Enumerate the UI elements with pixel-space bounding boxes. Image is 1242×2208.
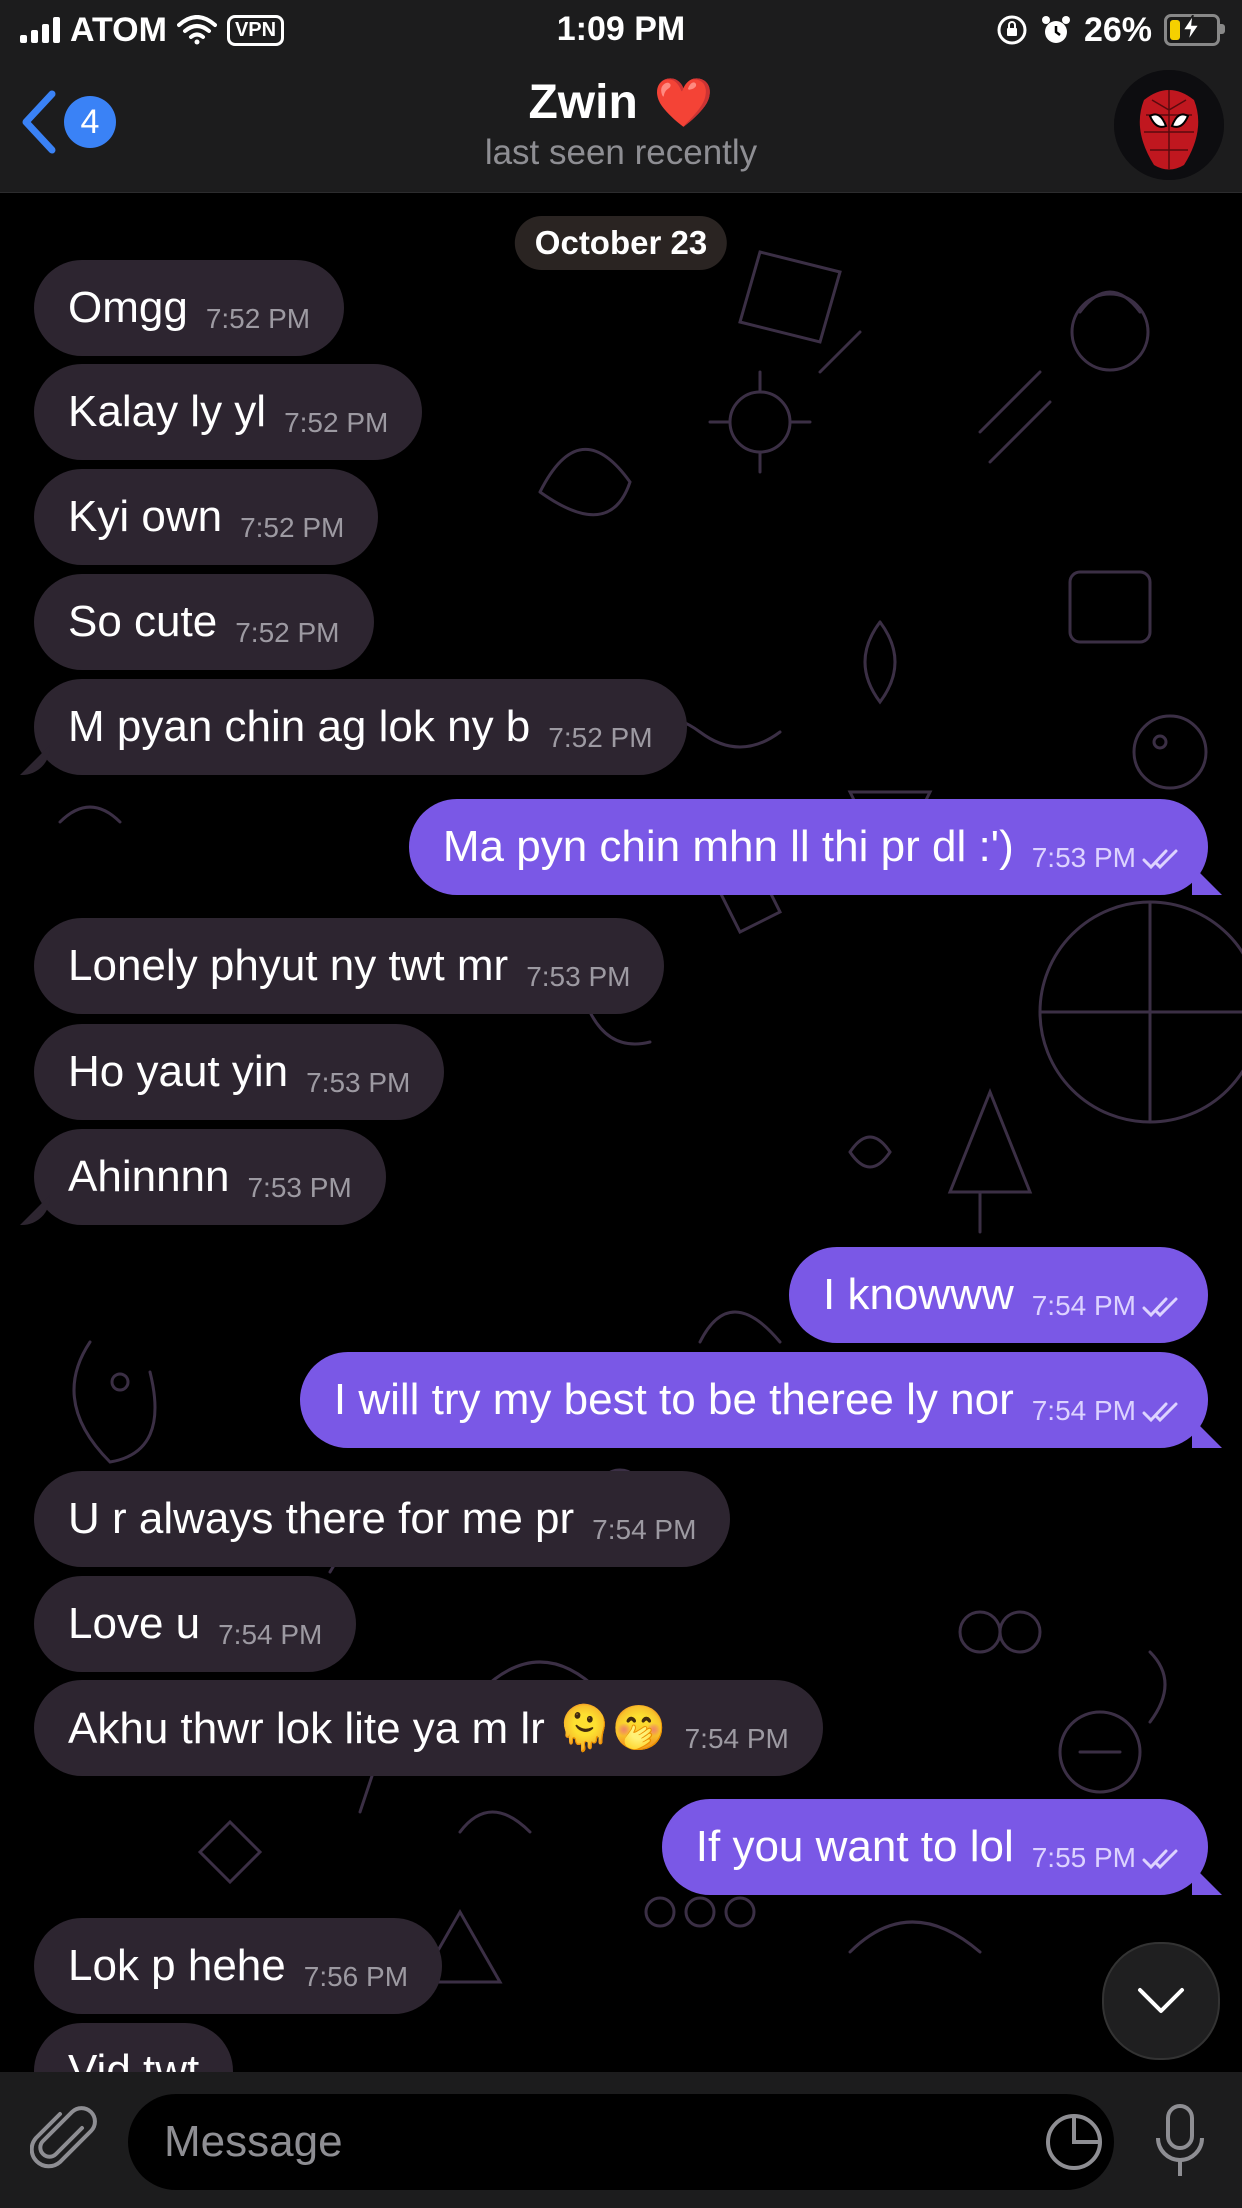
read-checkmarks-icon [1142, 1297, 1178, 1318]
message-text: Ho yaut yin [68, 1047, 289, 1096]
status-bar: ATOM VPN 1:09 PM 26% [0, 0, 1242, 60]
message-time: 7:52 PM [548, 722, 653, 753]
battery-charging-icon [1164, 14, 1225, 46]
chevron-down-icon [1138, 1988, 1184, 2013]
message-time: 7:53 PM [306, 1067, 411, 1098]
incoming-message[interactable]: Ahinnnn 7:53 PM [34, 1129, 386, 1225]
outgoing-message[interactable]: I will try my best to be theree ly nor 7:… [299, 1352, 1208, 1448]
outgoing-message[interactable]: I knowww 7:54 PM [789, 1247, 1208, 1343]
message-text: Love u [68, 1599, 201, 1648]
chat-header: 4 Zwin ❤️ last seen recently [0, 60, 1242, 193]
outgoing-message[interactable]: If you want to lol 7:55 PM [661, 1799, 1208, 1895]
message-time: 7:54 PM [1031, 1395, 1136, 1426]
contact-avatar[interactable] [1114, 70, 1224, 180]
message-time: 7:53 PM [526, 961, 631, 992]
chat-title[interactable]: Zwin ❤️ last seen recently [0, 74, 1242, 173]
message-text: Akhu thwr lok lite ya m lr 🫠🤭 [68, 1704, 667, 1753]
date-separator: October 23 [514, 216, 728, 270]
voice-record-button[interactable] [1150, 2102, 1210, 2185]
microphone-icon [1156, 2104, 1204, 2176]
sticker-icon [1046, 2114, 1102, 2170]
incoming-message[interactable]: Lok p hehe 7:56 PM [34, 1918, 443, 2014]
incoming-message[interactable]: So cute 7:52 PM [34, 574, 374, 670]
incoming-message[interactable]: Vid twt [34, 2023, 234, 2072]
message-text: I will try my best to be theree ly nor [333, 1375, 1014, 1424]
read-checkmarks-icon [1142, 1402, 1178, 1423]
message-time: 7:53 PM [247, 1172, 352, 1203]
message-time: 7:56 PM [303, 1961, 409, 1992]
battery-percent: 26% [1083, 10, 1152, 49]
message-text: If you want to lol [695, 1822, 1014, 1871]
incoming-message[interactable]: Kalay ly yl 7:52 PM [34, 364, 423, 460]
rotation-lock-icon [997, 15, 1027, 45]
incoming-message[interactable]: Kyi own 7:52 PM [34, 469, 379, 565]
incoming-message[interactable]: Akhu thwr lok lite ya m lr 🫠🤭 7:54 PM [34, 1680, 823, 1776]
message-text: Omgg [68, 283, 188, 332]
incoming-message[interactable]: Omgg 7:52 PM [34, 260, 345, 356]
message-time: 7:52 PM [284, 407, 389, 438]
message-text: Ahinnnn [68, 1152, 230, 1201]
incoming-message[interactable]: Lonely phyut ny twt mr 7:53 PM [34, 918, 665, 1014]
incoming-message[interactable]: M pyan chin ag lok ny b 7:52 PM [34, 679, 687, 775]
message-text: Lonely phyut ny twt mr [68, 941, 509, 990]
message-time: 7:52 PM [240, 512, 345, 543]
spiderman-avatar-icon [1114, 70, 1224, 180]
incoming-message[interactable]: Love u 7:54 PM [34, 1576, 357, 1672]
paperclip-icon [29, 2106, 97, 2169]
attach-button[interactable] [29, 2106, 100, 2181]
message-time: 7:52 PM [205, 303, 311, 334]
message-text: Ma pyn chin mhn ll thi pr dl :') [442, 822, 1014, 871]
message-text: Kalay ly yl [68, 387, 267, 436]
message-text: M pyan chin ag lok ny b [68, 702, 531, 751]
message-input-bar: Message [0, 2072, 1242, 2208]
outgoing-message[interactable]: Ma pyn chin mhn ll thi pr dl :') 7:53 PM [408, 799, 1208, 895]
message-time: 7:54 PM [592, 1514, 697, 1545]
message-time: 7:53 PM [1031, 842, 1136, 873]
message-time: 7:54 PM [218, 1619, 323, 1650]
incoming-message[interactable]: Ho yaut yin 7:53 PM [34, 1024, 445, 1120]
message-text: So cute [68, 597, 218, 646]
message-time: 7:55 PM [1031, 1842, 1136, 1873]
message-input[interactable]: Message [128, 2094, 1114, 2190]
message-text: Kyi own [68, 492, 223, 541]
incoming-message[interactable]: U r always there for me pr 7:54 PM [34, 1471, 731, 1567]
scroll-to-bottom-button[interactable] [1102, 1942, 1220, 2060]
message-time: 7:54 PM [1031, 1290, 1136, 1321]
message-time: 7:52 PM [235, 617, 340, 648]
message-text: Lok p hehe [68, 1941, 286, 1990]
message-time: 7:54 PM [684, 1723, 789, 1754]
contact-name: Zwin [528, 76, 638, 129]
message-text: I knowww [823, 1270, 1014, 1319]
last-seen-status: last seen recently [484, 133, 758, 172]
alarm-icon [1041, 16, 1070, 43]
heart-emoji: ❤️ [653, 77, 714, 130]
message-list[interactable]: October 23 Omgg 7:52 PM Kalay ly yl 7:52 PM… [0, 192, 1242, 2072]
read-checkmarks-icon [1142, 849, 1178, 870]
sticker-button[interactable] [1042, 2110, 1106, 2179]
message-text: Vid twt [68, 2046, 200, 2072]
message-text: U r always there for me pr [68, 1494, 575, 1543]
read-checkmarks-icon [1142, 1849, 1178, 1870]
